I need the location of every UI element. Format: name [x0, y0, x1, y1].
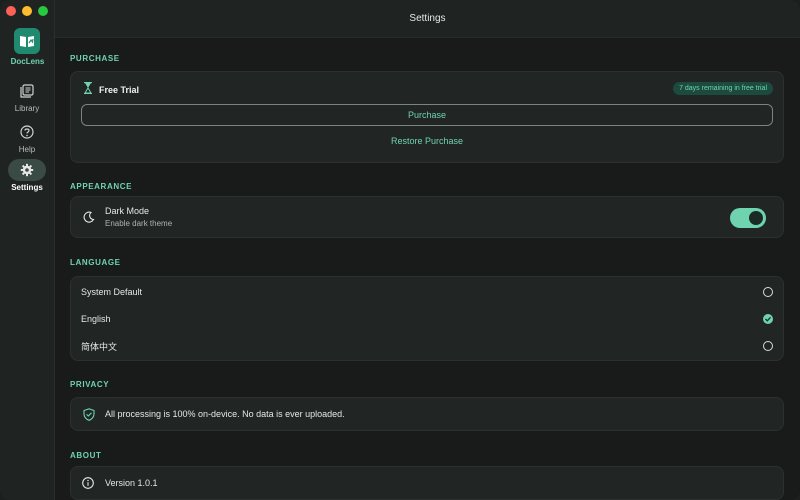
app-logo-icon [14, 28, 40, 54]
close-window-button[interactable] [6, 6, 16, 16]
window-title: Settings [409, 13, 446, 24]
language-option-simplified-chinese[interactable]: 简体中文 [81, 333, 773, 359]
shield-check-icon [83, 408, 95, 424]
dark-mode-description: Enable dark theme [105, 219, 173, 228]
radio-unchecked-icon[interactable] [763, 341, 773, 351]
purchase-button[interactable]: Purchase [81, 104, 773, 126]
language-card: System Default English 简体中文 [70, 276, 784, 361]
dark-mode-toggle[interactable] [730, 208, 766, 228]
language-option-label: English [81, 314, 111, 324]
language-option-english[interactable]: English [81, 306, 773, 332]
info-icon [82, 477, 94, 492]
sidebar-item-settings[interactable]: Settings [8, 159, 46, 193]
moon-icon [83, 211, 95, 226]
language-option-label: System Default [81, 287, 143, 297]
sidebar-item-help[interactable]: Help [8, 121, 46, 155]
hourglass-icon [83, 81, 93, 97]
sidebar-item-label: Help [18, 145, 36, 154]
dark-mode-label: Dark Mode [105, 206, 150, 216]
library-icon [8, 80, 46, 102]
version-text: Version 1.0.1 [105, 478, 158, 488]
title-bar: Settings [55, 0, 800, 38]
language-option-label: 简体中文 [81, 341, 118, 352]
trial-remaining-badge: 7 days remaining in free trial [673, 82, 773, 95]
sidebar: DocLens Library Help Settings [0, 0, 55, 500]
sidebar-item-label: Settings [11, 183, 43, 192]
sidebar-item-library[interactable]: Library [8, 80, 46, 114]
app-window: DocLens Library Help Settings Settings P… [0, 0, 800, 500]
privacy-card: All processing is 100% on-device. No dat… [70, 397, 784, 431]
checkmark-circle-icon[interactable] [763, 314, 773, 324]
app-name: DocLens [10, 57, 45, 66]
section-title-language: LANGUAGE [70, 258, 121, 267]
sidebar-item-label: Library [14, 104, 40, 113]
appearance-card: Dark Mode Enable dark theme [70, 196, 784, 238]
trial-label: Free Trial [99, 84, 140, 95]
privacy-text: All processing is 100% on-device. No dat… [105, 409, 345, 419]
section-title-about: ABOUT [70, 451, 102, 460]
language-option-system-default[interactable]: System Default [81, 279, 773, 305]
zoom-window-button[interactable] [38, 6, 48, 16]
gear-icon [8, 159, 46, 181]
section-title-privacy: PRIVACY [70, 380, 110, 389]
purchase-card: Free Trial 7 days remaining in free tria… [70, 71, 784, 163]
dark-mode-text: Dark Mode Enable dark theme [105, 206, 172, 228]
radio-unchecked-icon[interactable] [763, 287, 773, 297]
minimize-window-button[interactable] [22, 6, 32, 16]
trial-status: Free Trial [83, 81, 140, 97]
about-card: Version 1.0.1 [70, 466, 784, 500]
section-title-appearance: APPEARANCE [70, 182, 133, 191]
window-controls [6, 6, 48, 16]
restore-purchase-link[interactable]: Restore Purchase [71, 136, 783, 146]
section-title-purchase: PURCHASE [70, 54, 120, 63]
settings-content: PURCHASE Free Trial 7 days remaining in … [55, 38, 800, 500]
help-icon [8, 121, 46, 143]
